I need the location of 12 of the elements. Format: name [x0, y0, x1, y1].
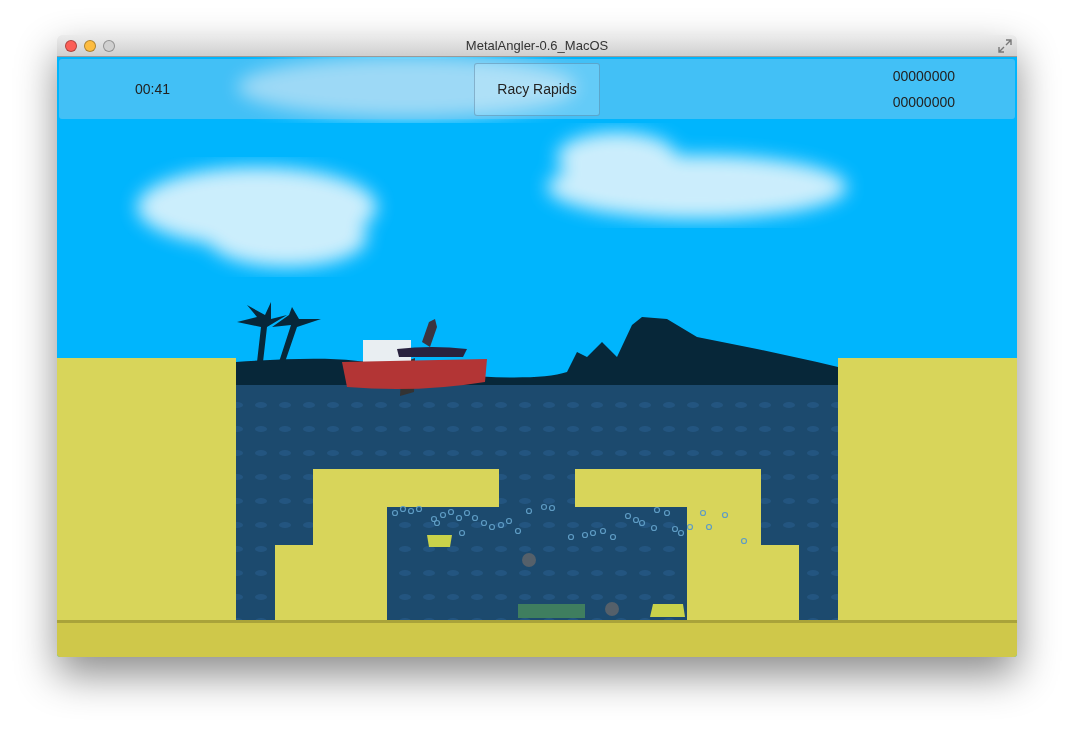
timer: 00:41 — [134, 81, 172, 97]
level-button[interactable]: Racy Rapids — [474, 62, 600, 116]
rock-icon — [605, 602, 619, 616]
crate-icon — [518, 604, 585, 618]
rock-icon — [522, 553, 536, 567]
zoom-button[interactable] — [103, 39, 115, 52]
score-counter: 00000000 — [892, 68, 955, 84]
minimize-button[interactable] — [84, 39, 96, 52]
fullscreen-icon[interactable] — [998, 39, 1012, 53]
window-title: MetalAngler-0.6_MacOS — [465, 38, 609, 53]
score-counter: 00000000 — [892, 94, 955, 110]
close-button[interactable] — [65, 39, 77, 52]
